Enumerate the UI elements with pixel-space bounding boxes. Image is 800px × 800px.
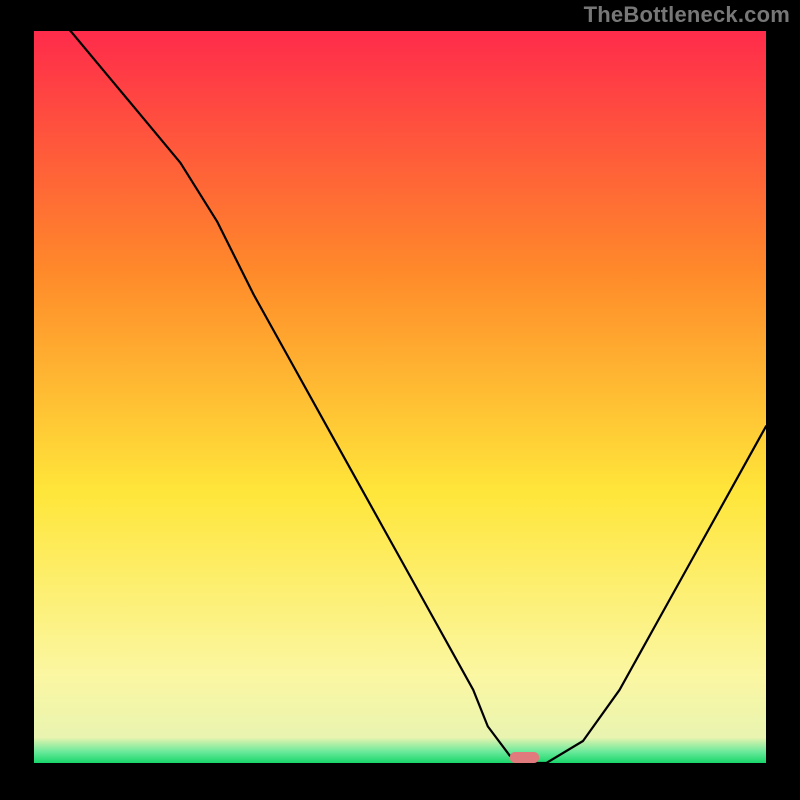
watermark-text: TheBottleneck.com bbox=[584, 2, 790, 28]
frame-border-right bbox=[766, 0, 800, 800]
optimal-marker bbox=[510, 752, 539, 763]
frame-border-bottom bbox=[0, 763, 800, 800]
gradient-background bbox=[34, 31, 766, 763]
frame-border-left bbox=[0, 0, 34, 800]
chart-svg bbox=[34, 31, 766, 763]
plot-area bbox=[34, 31, 766, 763]
chart-frame: TheBottleneck.com bbox=[0, 0, 800, 800]
